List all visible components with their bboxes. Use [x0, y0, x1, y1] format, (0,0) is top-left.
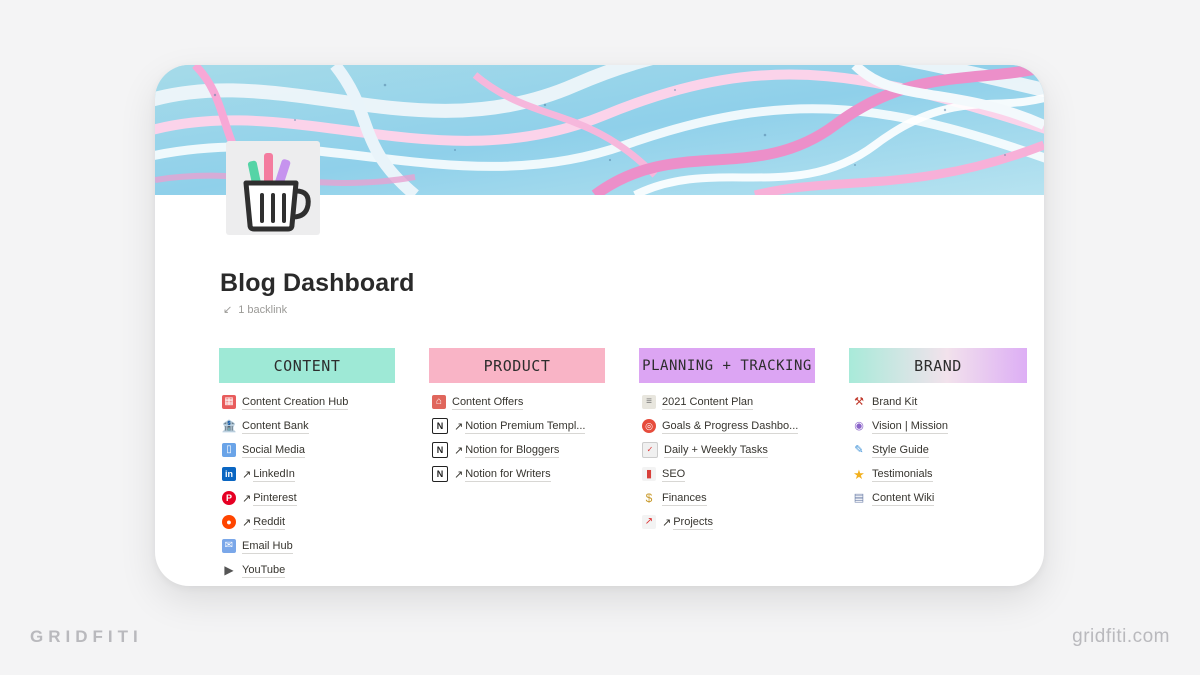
- notepad-icon: ≡: [642, 395, 656, 409]
- link-email-hub[interactable]: ✉ Email Hub: [219, 534, 395, 558]
- reddit-icon: ●: [222, 515, 236, 529]
- link-content-wiki[interactable]: ▤ Content Wiki: [849, 486, 1027, 510]
- link-list: ⚒ Brand Kit ◉ Vision | Mission ✎ Style G…: [849, 390, 1027, 510]
- calendar-icon: ▦: [222, 395, 236, 409]
- page-icon[interactable]: [226, 141, 320, 235]
- bar-chart-icon: ▮: [642, 467, 656, 481]
- external-link-icon: ↗: [242, 516, 252, 529]
- column-brand: BRAND ⚒ Brand Kit ◉ Vision | Mission ✎ S…: [849, 348, 1027, 510]
- toolbox-icon: ⚒: [854, 395, 864, 408]
- books-icon: ▤: [853, 491, 865, 504]
- pinterest-icon: P: [222, 491, 236, 505]
- link-seo[interactable]: ▮ SEO: [639, 462, 815, 486]
- email-icon: ✉: [222, 539, 236, 553]
- target-icon: ◎: [642, 419, 656, 433]
- backlinks-button[interactable]: ↙ 1 backlink: [223, 303, 288, 317]
- link-goals-progress-dashboard[interactable]: ◎ Goals & Progress Dashbo...: [639, 414, 815, 438]
- coffee-mug-pens-icon: [243, 153, 311, 232]
- notion-icon: N: [432, 418, 448, 434]
- notion-icon: N: [432, 442, 448, 458]
- column-header-product: PRODUCT: [429, 348, 605, 383]
- link-projects[interactable]: ↗ ↗ Projects: [639, 510, 815, 534]
- link-brand-kit[interactable]: ⚒ Brand Kit: [849, 390, 1027, 414]
- link-style-guide[interactable]: ✎ Style Guide: [849, 438, 1027, 462]
- column-product: PRODUCT ⌂ Content Offers N ↗ Notion Prem…: [429, 348, 605, 486]
- star-icon: ★: [853, 466, 865, 482]
- link-youtube[interactable]: ▶ YouTube: [219, 558, 395, 582]
- linkedin-icon: in: [222, 467, 236, 481]
- external-link-icon: ↗: [242, 492, 252, 505]
- notion-page-card: Blog Dashboard ↙ 1 backlink CONTENT ▦ Co…: [155, 65, 1044, 586]
- watermark-logo: GRIDFITI: [30, 627, 143, 646]
- column-content: CONTENT ▦ Content Creation Hub 🏦 Content…: [219, 348, 395, 582]
- link-vision-mission[interactable]: ◉ Vision | Mission: [849, 414, 1027, 438]
- column-planning-tracking: PLANNING + TRACKING ≡ 2021 Content Plan …: [639, 348, 815, 534]
- video-camera-icon: ▶: [224, 563, 234, 577]
- link-social-media[interactable]: ▯ Social Media: [219, 438, 395, 462]
- notion-icon: N: [432, 466, 448, 482]
- link-testimonials[interactable]: ★ Testimonials: [849, 462, 1027, 486]
- link-notion-premium-templates[interactable]: N ↗ Notion Premium Templ...: [429, 414, 605, 438]
- external-link-icon: ↗: [454, 420, 464, 433]
- chart-up-icon: ↗: [642, 515, 656, 529]
- column-header-brand: BRAND: [849, 348, 1027, 383]
- link-content-creation-hub[interactable]: ▦ Content Creation Hub: [219, 390, 395, 414]
- column-header-planning-tracking: PLANNING + TRACKING: [639, 348, 815, 383]
- column-header-content: CONTENT: [219, 348, 395, 383]
- link-list: ≡ 2021 Content Plan ◎ Goals & Progress D…: [639, 390, 815, 534]
- link-daily-weekly-tasks[interactable]: ✓ Daily + Weekly Tasks: [639, 438, 815, 462]
- link-notion-for-writers[interactable]: N ↗ Notion for Writers: [429, 462, 605, 486]
- phone-icon: ▯: [222, 443, 236, 457]
- link-list: ▦ Content Creation Hub 🏦 Content Bank ▯ …: [219, 390, 395, 582]
- money-bag-icon: $: [645, 491, 653, 505]
- external-link-icon: ↗: [242, 468, 252, 481]
- external-link-icon: ↗: [454, 444, 464, 457]
- store-icon: ⌂: [432, 395, 446, 409]
- paintbrush-icon: ✎: [854, 443, 864, 456]
- external-link-icon: ↗: [454, 468, 464, 481]
- link-content-offers[interactable]: ⌂ Content Offers: [429, 390, 605, 414]
- calendar-check-icon: ✓: [642, 442, 658, 458]
- external-link-icon: ↗: [662, 516, 672, 529]
- watermark-url: gridfiti.com: [1072, 626, 1170, 647]
- link-pinterest[interactable]: P ↗ Pinterest: [219, 486, 395, 510]
- bank-icon: 🏦: [221, 419, 237, 433]
- backlinks-label: 1 backlink: [238, 303, 288, 316]
- link-2021-content-plan[interactable]: ≡ 2021 Content Plan: [639, 390, 815, 414]
- backlink-arrow-icon: ↙: [223, 304, 233, 316]
- link-content-bank[interactable]: 🏦 Content Bank: [219, 414, 395, 438]
- link-notion-for-bloggers[interactable]: N ↗ Notion for Bloggers: [429, 438, 605, 462]
- link-linkedin[interactable]: in ↗ LinkedIn: [219, 462, 395, 486]
- link-finances[interactable]: $ Finances: [639, 486, 815, 510]
- link-list: ⌂ Content Offers N ↗ Notion Premium Temp…: [429, 390, 605, 486]
- page-title: Blog Dashboard: [220, 269, 415, 297]
- link-reddit[interactable]: ● ↗ Reddit: [219, 510, 395, 534]
- crystal-ball-icon: ◉: [854, 419, 864, 432]
